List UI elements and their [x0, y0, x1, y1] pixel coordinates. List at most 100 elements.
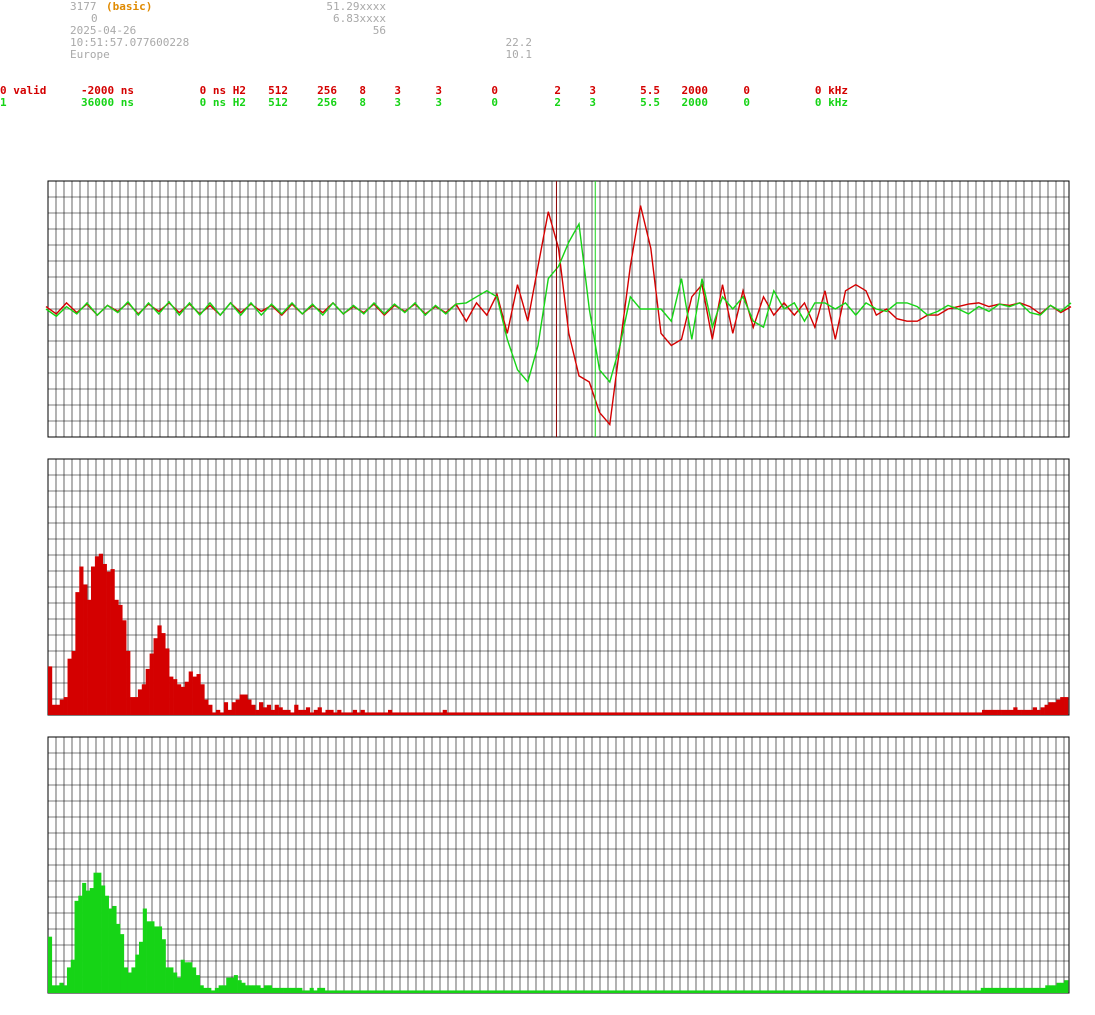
- spectrum-bar: [89, 888, 94, 993]
- spectrum-bar: [931, 712, 936, 715]
- spectrum-bar: [731, 712, 737, 715]
- spectrum-bar: [476, 990, 481, 993]
- spectrum-bar: [1022, 987, 1027, 993]
- spectrum-bar: [259, 702, 264, 715]
- spectrum-bar: [514, 990, 519, 993]
- spectrum-bar: [1005, 709, 1010, 715]
- spectrum-bar: [127, 972, 132, 993]
- spectrum-bar: [1026, 987, 1031, 993]
- spectrum-bar: [791, 990, 796, 993]
- spectrum-bar: [540, 712, 545, 715]
- spectrum-bar: [442, 990, 447, 993]
- spectrum-bar: [219, 712, 225, 715]
- spectrum-bar: [888, 712, 893, 715]
- spectrum-bar: [247, 699, 252, 715]
- spectrum-bar: [779, 990, 784, 993]
- spectrum-bar: [586, 990, 591, 993]
- spectrum-bar: [122, 620, 127, 715]
- spectrum-bar: [235, 699, 240, 715]
- spectrum-bar: [355, 990, 360, 993]
- spectrum-bar: [768, 990, 773, 993]
- spectrum-bar: [509, 712, 514, 715]
- spectrum-bar: [770, 712, 776, 715]
- waveform-panel: [45, 180, 1072, 438]
- spectrum-bar: [552, 712, 557, 715]
- spectrum-bar: [222, 985, 227, 993]
- spectrum-bar: [677, 990, 682, 993]
- spectrum-bar: [661, 712, 666, 715]
- spectrum-bar: [962, 712, 967, 715]
- spectrum-bar: [313, 990, 318, 993]
- spectrum-bar: [74, 900, 79, 993]
- spectrum-bar: [899, 712, 905, 715]
- spectrum-bar: [825, 712, 830, 715]
- spectrum-bar: [540, 990, 546, 993]
- spectrum-bar: [516, 712, 522, 715]
- spectrum-bar: [419, 712, 424, 715]
- spectrum-bar: [790, 712, 795, 715]
- spectrum-bar: [927, 712, 932, 715]
- spectrum-bar: [380, 712, 385, 715]
- spectrum-bar: [738, 990, 743, 993]
- spectrum-bar: [149, 653, 154, 715]
- spectrum-bar: [556, 990, 561, 993]
- spectrum-bar: [966, 712, 971, 715]
- spectrum-bar: [399, 712, 404, 715]
- spectrum-bar: [384, 712, 389, 715]
- spectrum-bar: [79, 566, 84, 715]
- spectrum-bar: [571, 712, 576, 715]
- spectrum-bar: [85, 890, 91, 993]
- spectrum-bar: [381, 990, 386, 993]
- spectrum-bar: [473, 712, 479, 715]
- spectrum-bar: [618, 712, 623, 715]
- spectrum-bar: [844, 990, 849, 993]
- spectrum-bar: [533, 990, 538, 993]
- spectrum-bar: [472, 990, 477, 993]
- spectrum-bar: [726, 990, 731, 993]
- spectrum-bar: [821, 990, 826, 993]
- plots-canvas: [45, 180, 1072, 994]
- spectrum-bar: [673, 990, 678, 993]
- spectrum-bar: [75, 592, 80, 715]
- spectrum-bar: [102, 563, 107, 715]
- grid: [47, 180, 1070, 438]
- spectrum-bar: [817, 712, 823, 715]
- spectrum-bar: [493, 712, 498, 715]
- spectrum-bar: [347, 990, 352, 993]
- spectrum-bar: [1028, 709, 1034, 715]
- spectrum-bar: [911, 712, 916, 715]
- spectrum-bar: [157, 926, 163, 993]
- spectrum-bar: [241, 982, 246, 993]
- spectrum-bar: [536, 712, 541, 715]
- spectrum-bar: [180, 959, 185, 993]
- spectrum-bar: [605, 990, 610, 993]
- spectrum-bar: [278, 707, 283, 715]
- spectrum-bar: [101, 885, 106, 993]
- spectrum-bar: [145, 668, 150, 715]
- spectrum-bar: [567, 712, 572, 715]
- spectrum-bar: [720, 712, 725, 715]
- spectrum-bar: [176, 684, 182, 715]
- spectrum-bar: [859, 990, 864, 993]
- spectrum-bar: [1056, 982, 1061, 993]
- spectrum-bar: [112, 905, 117, 993]
- spectrum-bar: [321, 712, 326, 715]
- spectrum-bar: [491, 990, 496, 993]
- spectrum-bar: [753, 990, 758, 993]
- spectrum-bar: [559, 712, 565, 715]
- spectrum-bar: [980, 987, 985, 993]
- spectrum-bar: [256, 985, 261, 993]
- spectrum-bar: [876, 712, 881, 715]
- spectrum-bar: [806, 990, 811, 993]
- spectrum-bar: [821, 712, 826, 715]
- spectrum-bar: [395, 712, 401, 715]
- spectrum-bar: [343, 990, 348, 993]
- spectrum-bar: [739, 712, 744, 715]
- spectrum-bar: [817, 990, 822, 993]
- spectrum-bar: [521, 990, 527, 993]
- spectrum-bar: [430, 990, 436, 993]
- spectrum-bar: [708, 712, 713, 715]
- spectrum-bar: [403, 712, 408, 715]
- spectrum-bar: [305, 707, 311, 715]
- spectrum-bar: [462, 712, 467, 715]
